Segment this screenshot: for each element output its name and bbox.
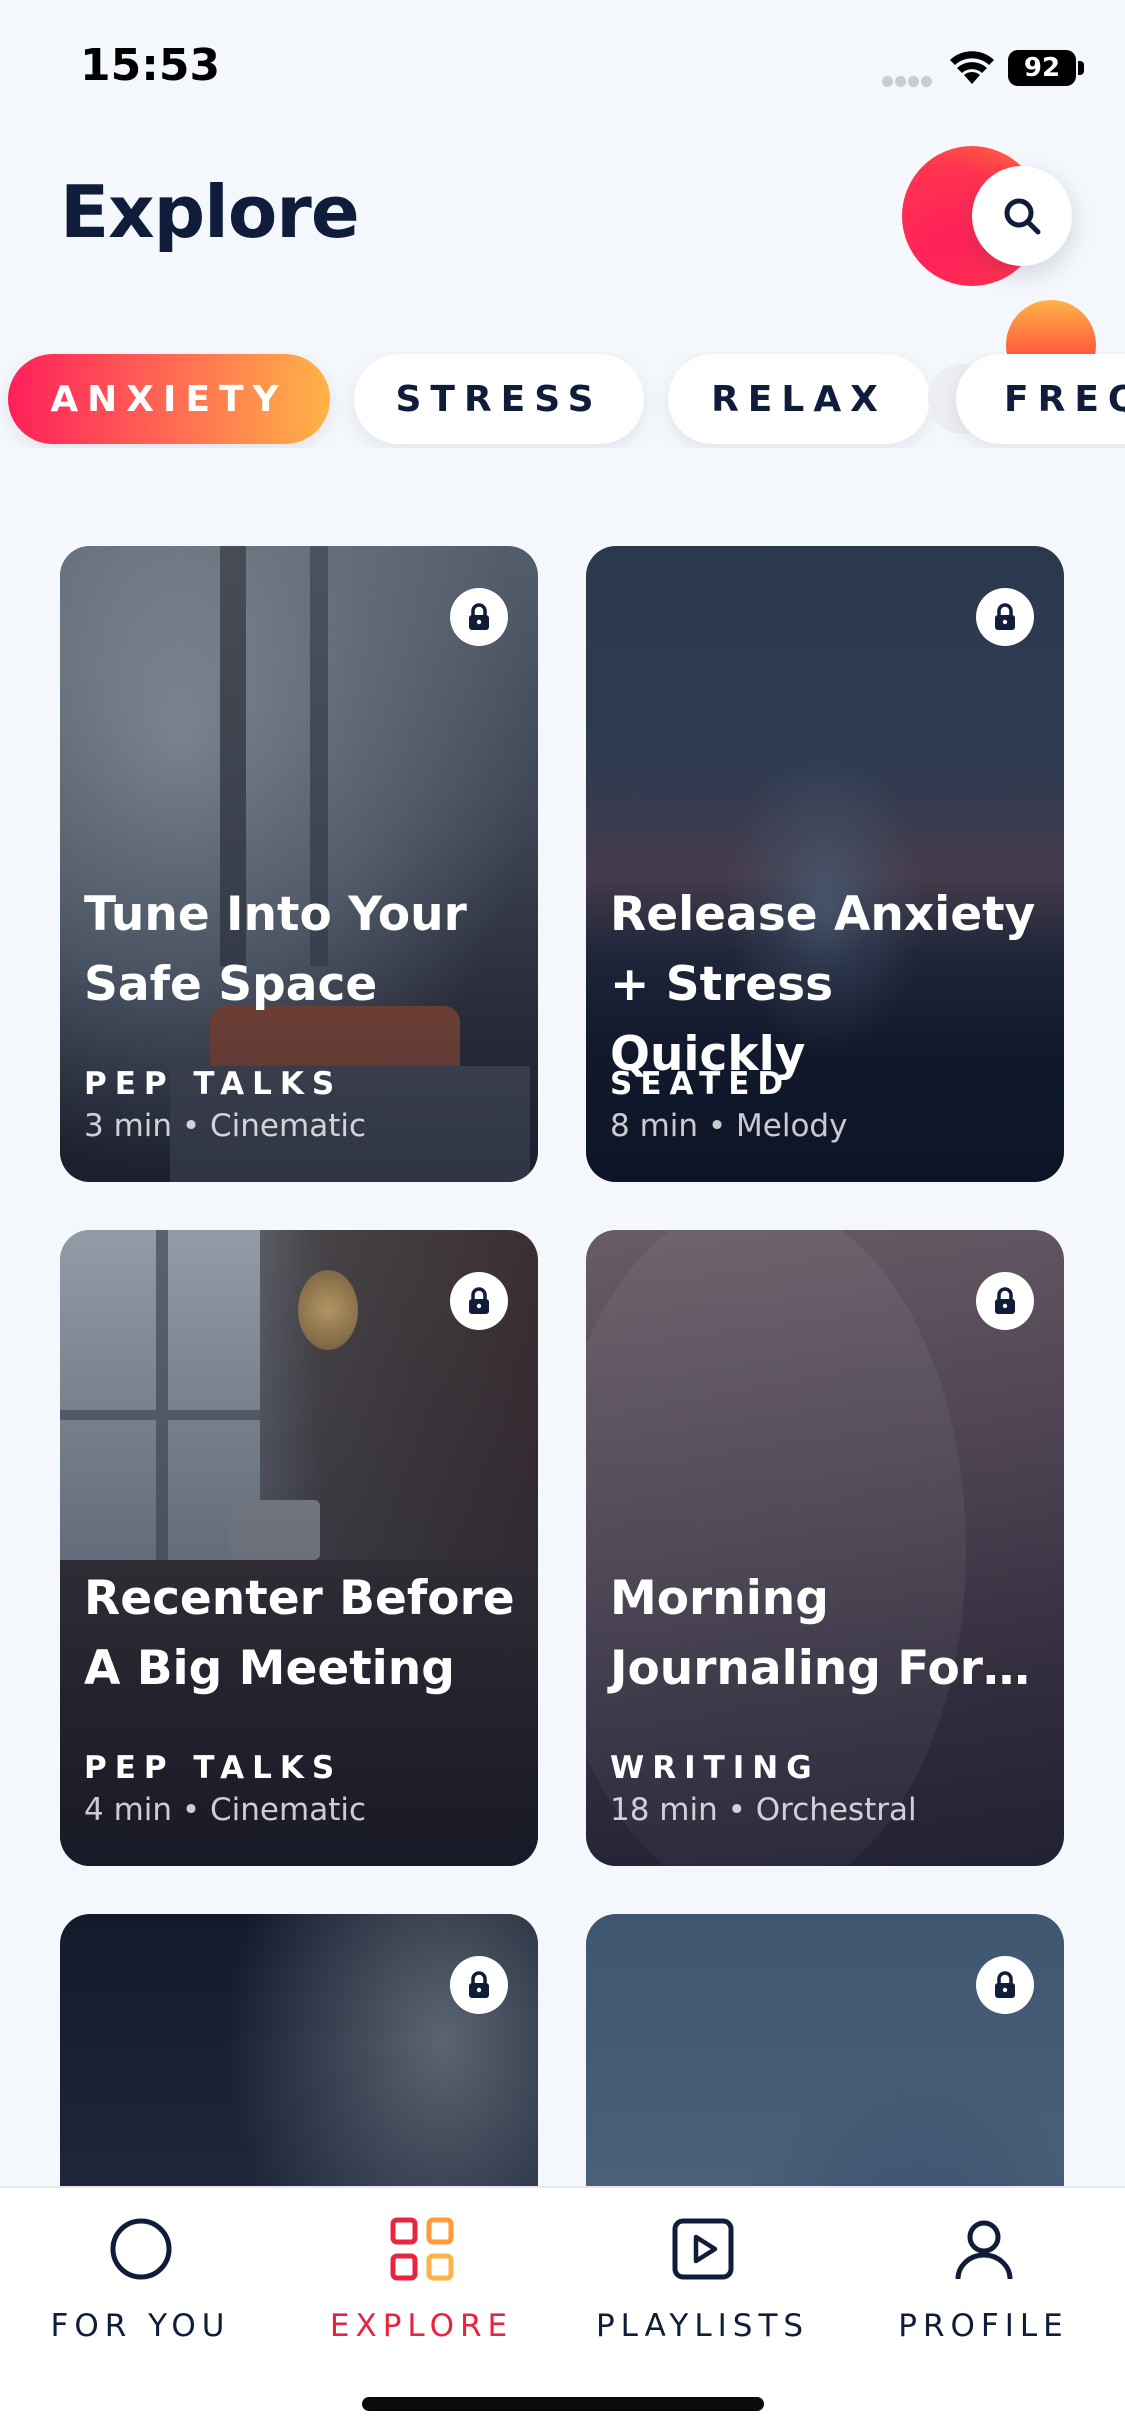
tab-label: PROFILE: [898, 2308, 1069, 2344]
tab-for-you[interactable]: FOR YOU: [0, 2188, 281, 2358]
search-icon: [1004, 198, 1041, 235]
battery-level: 92: [1008, 50, 1076, 86]
lock-icon: [450, 1272, 508, 1330]
card-title: Tune Into Your Safe Space: [84, 887, 467, 1012]
play-square-icon: [668, 2214, 738, 2284]
card-title: Release Anxiety + Stress Quickly: [610, 887, 1036, 1082]
chip-anxiety[interactable]: ANXIETY: [8, 354, 330, 444]
session-card[interactable]: Tune Into Your Safe Space PEP TALKS 3 mi…: [60, 546, 538, 1182]
card-title: Morning Journaling For…: [610, 1571, 1030, 1696]
card-meta: 8 min • Melody: [610, 1108, 848, 1144]
lock-icon: [976, 588, 1034, 646]
card-title: Recenter Before A Big Meeting: [84, 1571, 515, 1696]
card-category: WRITING: [610, 1750, 820, 1786]
tab-label: EXPLORE: [329, 2308, 514, 2344]
wifi-icon: [948, 48, 996, 86]
lock-icon: [450, 588, 508, 646]
lock-icon: [450, 1956, 508, 2014]
card-category: PEP TALKS: [84, 1750, 343, 1786]
category-filter-bar: ANXIETY STRESS RELAX FREQ: [0, 352, 1125, 448]
card-category: PEP TALKS: [84, 1066, 343, 1102]
card-meta: 18 min • Orchestral: [610, 1792, 917, 1828]
lock-icon: [976, 1956, 1034, 2014]
chip-freq[interactable]: FREQ: [956, 354, 1125, 444]
session-card[interactable]: Release Anxiety + Stress Quickly SEATED …: [586, 546, 1064, 1182]
status-time: 15:53: [80, 40, 221, 91]
tab-explore[interactable]: EXPLORE: [281, 2188, 562, 2358]
card-meta: 3 min • Cinematic: [84, 1108, 367, 1144]
battery-icon: 92: [1008, 50, 1086, 86]
cellular-signal-icon: [882, 72, 938, 87]
grid-icon: [387, 2214, 457, 2284]
circle-icon: [106, 2214, 176, 2284]
lock-icon: [976, 1272, 1034, 1330]
session-card[interactable]: Morning Journaling For… WRITING 18 min •…: [586, 1230, 1064, 1866]
status-bar: 15:53 92: [0, 0, 1125, 130]
page-title: Explore: [60, 170, 360, 254]
chip-relax[interactable]: RELAX: [668, 354, 930, 444]
session-card[interactable]: Recenter Before A Big Meeting PEP TALKS …: [60, 1230, 538, 1866]
search-button[interactable]: [972, 166, 1072, 266]
chip-stress[interactable]: STRESS: [354, 354, 644, 444]
tab-profile[interactable]: PROFILE: [843, 2188, 1124, 2358]
card-meta: 4 min • Cinematic: [84, 1792, 367, 1828]
person-icon: [949, 2214, 1019, 2284]
tab-label: PLAYLISTS: [595, 2308, 810, 2344]
card-category: SEATED: [610, 1066, 792, 1102]
tab-label: FOR YOU: [50, 2308, 231, 2344]
home-indicator: [362, 2397, 764, 2411]
tab-playlists[interactable]: PLAYLISTS: [562, 2188, 843, 2358]
